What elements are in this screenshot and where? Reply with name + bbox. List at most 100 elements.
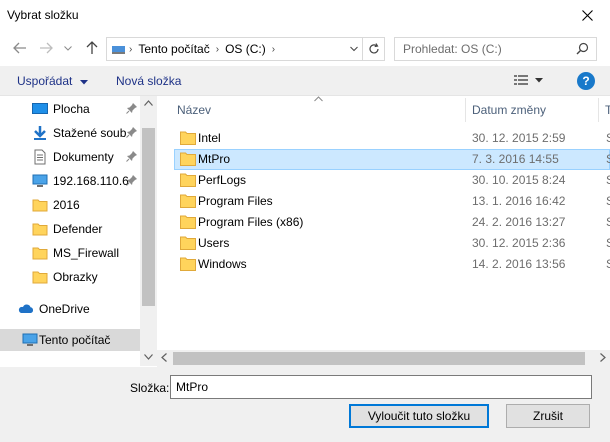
folder-name-input[interactable] [170, 375, 592, 399]
sidebar-item-downloads[interactable]: Stažené soub [0, 122, 140, 144]
file-date: 30. 12. 2015 2:59 [472, 131, 566, 145]
list-item[interactable]: Intel 30. 12. 2015 2:59 S [174, 128, 610, 149]
forward-arrow-icon [40, 42, 53, 54]
sidebar-item-documents[interactable]: Dokumenty [0, 146, 140, 168]
sidebar-item-defender[interactable]: Defender [0, 218, 140, 240]
file-list-scrollbar[interactable] [157, 350, 610, 367]
sidebar-item-label: Stažené soub [53, 126, 127, 140]
chevron-left-icon[interactable] [161, 353, 167, 362]
command-bar: Uspořádat Nová složka ? [0, 66, 610, 96]
new-folder-button[interactable]: Nová složka [116, 74, 181, 88]
folder-icon [32, 199, 48, 212]
help-button[interactable]: ? [577, 72, 595, 90]
list-item[interactable]: Program Files 13. 1. 2016 16:42 S [174, 191, 610, 212]
address-separator-icon: › [215, 43, 220, 55]
file-date: 24. 2. 2016 13:27 [472, 215, 566, 229]
folder-icon [180, 236, 196, 250]
column-header-type[interactable]: T [605, 96, 610, 124]
recent-locations-button[interactable] [62, 38, 74, 58]
organize-button[interactable]: Uspořádat [17, 74, 88, 88]
pin-icon[interactable] [126, 150, 138, 162]
sidebar-item-network-drive[interactable]: 192.168.110.6 [0, 170, 140, 192]
pin-icon[interactable] [126, 102, 138, 114]
file-name: Program Files [198, 194, 273, 208]
search-box[interactable] [394, 37, 597, 61]
column-divider[interactable] [465, 98, 466, 122]
address-bar[interactable]: › Tento počítač › OS (C:) › [106, 37, 363, 61]
sidebar-item-onedrive[interactable]: OneDrive [0, 298, 140, 320]
download-icon [34, 126, 46, 140]
pin-icon[interactable] [126, 126, 138, 138]
file-list-scroll-thumb[interactable] [173, 352, 585, 365]
back-arrow-icon [13, 42, 26, 54]
chevron-down-icon [79, 80, 88, 85]
computer-small-icon [112, 46, 125, 54]
folder-icon [180, 152, 196, 166]
column-header-date[interactable]: Datum změny [472, 96, 546, 124]
search-icon[interactable] [576, 42, 589, 55]
sidebar-item-label: Defender [53, 222, 103, 236]
folder-icon [180, 194, 196, 208]
sidebar-item-label: Obrazky [53, 270, 98, 284]
chevron-down-icon [535, 77, 543, 82]
cancel-button[interactable]: Zrušit [506, 404, 590, 428]
folder-icon [32, 271, 48, 284]
file-name: MtPro [198, 152, 231, 166]
file-type: S [606, 152, 610, 166]
file-type: S [606, 194, 610, 208]
select-folder-button[interactable]: Vyloučit tuto složku [349, 404, 489, 428]
refresh-button[interactable] [363, 37, 385, 61]
search-input[interactable] [395, 42, 565, 56]
list-item[interactable]: PerfLogs 30. 10. 2015 8:24 S [174, 170, 610, 191]
folder-icon [180, 131, 196, 145]
close-button[interactable] [564, 0, 610, 30]
pin-icon[interactable] [126, 174, 138, 186]
sidebar-scrollbar[interactable] [140, 96, 157, 366]
chevron-right-icon[interactable] [600, 353, 606, 362]
computer-icon [22, 333, 38, 346]
file-type: S [606, 173, 610, 187]
list-item-selected[interactable]: MtPro 7. 3. 2016 14:55 S [174, 149, 610, 170]
chevron-up-icon[interactable] [144, 100, 153, 106]
onedrive-icon [18, 304, 34, 313]
change-view-button[interactable] [513, 73, 543, 87]
column-header-name[interactable]: Název [177, 96, 211, 124]
column-divider[interactable] [598, 98, 599, 122]
navigation-pane: Plocha Stažené soub Dokumenty 192.168.11… [0, 96, 157, 366]
up-button[interactable] [82, 38, 102, 58]
file-date: 30. 12. 2015 2:36 [472, 236, 566, 250]
file-date: 14. 2. 2016 13:56 [472, 257, 566, 271]
file-name: Intel [198, 131, 221, 145]
list-item[interactable]: Windows 14. 2. 2016 13:56 S [174, 254, 610, 275]
folder-icon [180, 173, 196, 187]
folder-icon [32, 223, 48, 236]
file-name: PerfLogs [198, 173, 247, 187]
sidebar-scroll-thumb[interactable] [142, 128, 155, 306]
sidebar-item-ms-firewall[interactable]: MS_Firewall [0, 242, 140, 264]
folder-icon [180, 215, 196, 229]
document-icon [34, 149, 46, 165]
breadcrumb-this-pc[interactable]: Tento počítač [138, 42, 209, 56]
sort-ascending-icon [314, 96, 323, 102]
sidebar-item-label: Tento počítač [39, 333, 111, 347]
chevron-down-icon[interactable] [350, 43, 358, 55]
chevron-down-icon[interactable] [144, 354, 153, 360]
list-item[interactable]: Users 30. 12. 2015 2:36 S [174, 233, 610, 254]
address-separator-icon: › [271, 43, 276, 55]
dialog-footer: Složka: Vyloučit tuto složku Zrušit [0, 367, 610, 442]
list-item[interactable]: Program Files (x86) 24. 2. 2016 13:27 S [174, 212, 610, 233]
forward-button[interactable] [36, 38, 56, 58]
file-list: Název Datum změny T Intel 30. 12. 2015 2… [160, 96, 610, 366]
sidebar-item-this-pc[interactable]: Tento počítač [0, 329, 140, 351]
sidebar-item-label: OneDrive [39, 302, 90, 316]
file-name: Windows [198, 257, 247, 271]
back-button[interactable] [10, 38, 30, 58]
breadcrumb-drive[interactable]: OS (C:) [225, 42, 266, 56]
sidebar-item-2016[interactable]: 2016 [0, 194, 140, 216]
sidebar-item-obrazky[interactable]: Obrazky [0, 266, 140, 288]
file-name: Users [198, 236, 230, 250]
network-drive-icon [32, 174, 48, 187]
address-row: › Tento počítač › OS (C:) › [0, 34, 610, 62]
file-date: 30. 10. 2015 8:24 [472, 173, 566, 187]
sidebar-item-desktop[interactable]: Plocha [0, 98, 140, 120]
